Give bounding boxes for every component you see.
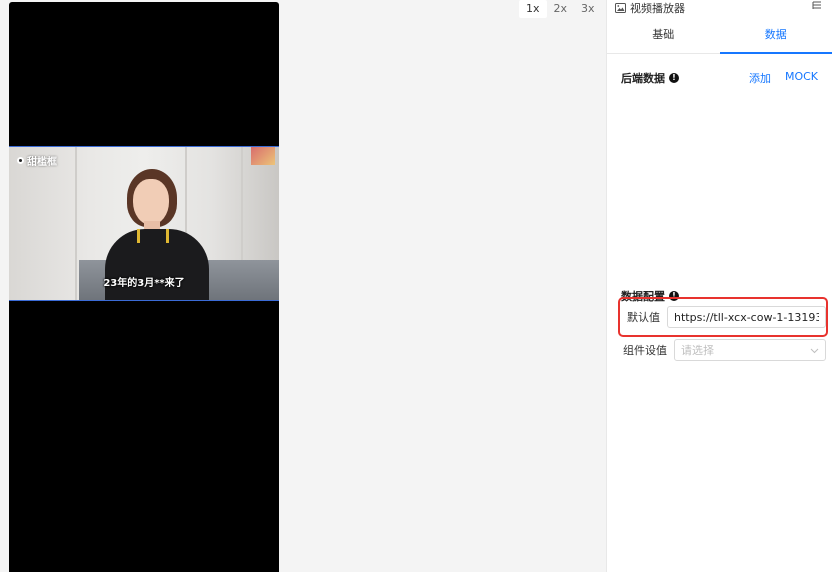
logo-icon xyxy=(17,157,24,164)
component-value-row: 组件设值 请选择 xyxy=(621,339,826,361)
default-value-row: 默认值 xyxy=(621,306,826,328)
component-value-select[interactable]: 请选择 xyxy=(674,339,826,361)
tree-structure-icon[interactable] xyxy=(812,1,826,14)
panel-tabs: 基础 数据 xyxy=(607,16,832,54)
default-value-input[interactable] xyxy=(667,306,826,328)
video-player[interactable]: 甜槛框 23年的3月**来了 xyxy=(9,146,279,301)
add-button[interactable]: 添加 xyxy=(749,70,771,86)
tab-basic[interactable]: 基础 xyxy=(607,16,720,53)
zoom-control: 1x 2x 3x xyxy=(519,0,602,18)
video-subtitle: 23年的3月**来了 xyxy=(103,278,185,289)
mock-button[interactable]: MOCK xyxy=(785,70,818,86)
default-value-label: 默认值 xyxy=(627,311,660,324)
collar xyxy=(137,229,169,243)
tab-data[interactable]: 数据 xyxy=(719,16,832,54)
data-config-label: 数据配置 xyxy=(621,290,665,303)
component-value-label: 组件设值 xyxy=(623,344,667,357)
backend-data-label: 后端数据 xyxy=(621,72,665,85)
image-icon xyxy=(615,3,626,13)
backend-data-row: 后端数据 ! 添加 MOCK xyxy=(621,70,818,86)
properties-panel: 视频播放器 基础 数据 后端数据 ! 添加 MOCK 数据配置 ! 默认值 组件… xyxy=(606,0,832,572)
info-icon[interactable]: ! xyxy=(669,291,679,301)
info-icon[interactable]: ! xyxy=(669,73,679,83)
zoom-1x-button[interactable]: 1x xyxy=(519,0,547,18)
zoom-3x-button[interactable]: 3x xyxy=(574,0,602,18)
panel-header: 视频播放器 xyxy=(607,0,832,16)
zoom-2x-button[interactable]: 2x xyxy=(547,0,575,18)
chevron-down-icon xyxy=(810,344,819,357)
select-placeholder: 请选择 xyxy=(681,344,714,357)
canvas-preview[interactable]: 甜槛框 23年的3月**来了 xyxy=(9,2,279,572)
video-watermark: 甜槛框 xyxy=(17,153,57,168)
panel-title: 视频播放器 xyxy=(630,2,685,15)
background-object xyxy=(251,147,275,165)
face xyxy=(133,179,169,225)
watermark-text: 甜槛框 xyxy=(27,157,57,168)
data-config-row: 数据配置 ! xyxy=(621,288,818,304)
